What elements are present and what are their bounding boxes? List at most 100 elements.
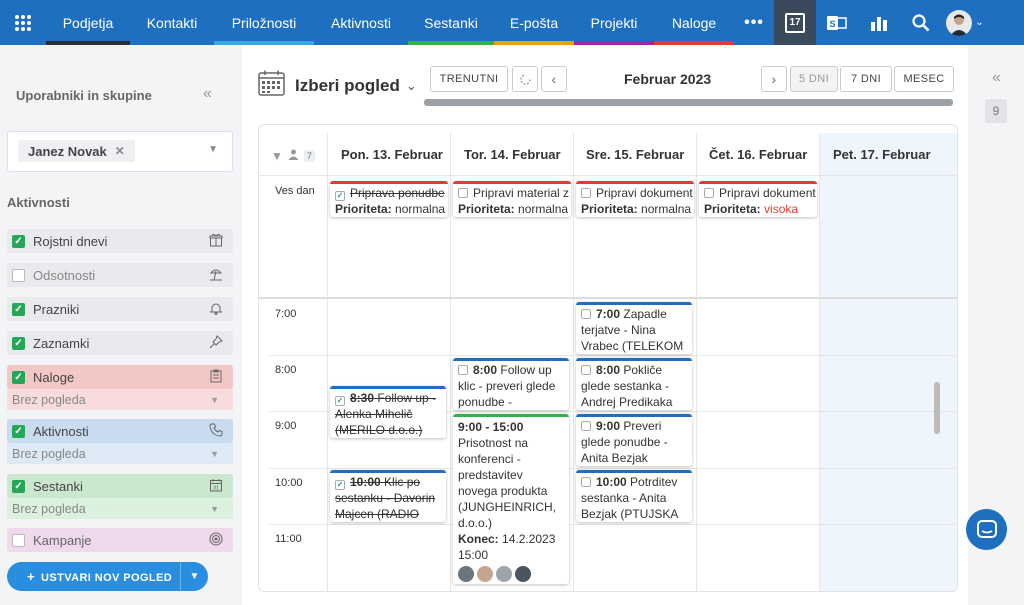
refresh-icon[interactable]: [512, 66, 538, 92]
activity-event[interactable]: 8:00 Pokliče glede sestanka - Andrej Pre…: [576, 358, 692, 410]
filter-odsotnosti[interactable]: Odsotnosti: [7, 263, 233, 287]
filter-label: Odsotnosti: [33, 267, 96, 283]
activity-event[interactable]: ✓ 8:30 Follow up - Alenka Mihelič (MERILO…: [330, 386, 446, 438]
collapse-left-icon[interactable]: «: [203, 85, 212, 103]
month-button[interactable]: MESEC: [894, 66, 954, 92]
filter-rojstni-dnevi[interactable]: ✓ Rojstni dnevi: [7, 229, 233, 253]
allday-task[interactable]: Pripravi material z Prioriteta: normalna: [453, 181, 571, 217]
activity-event[interactable]: 10:00 Potrditev sestanka - Anita Bezjak …: [576, 470, 692, 522]
dropdown-caret-icon[interactable]: ▼: [208, 144, 218, 155]
checkbox[interactable]: [12, 533, 25, 547]
activity-event[interactable]: ✓ 10:00 Klic po sestanku - Davorin Majcen…: [330, 470, 446, 522]
nav-tab-sestanki[interactable]: Sestanki: [408, 0, 494, 45]
filter-naloge[interactable]: ✓ Naloge: [7, 365, 233, 389]
people-filter[interactable]: ▼ 7: [271, 147, 315, 165]
nav-tab-projekti[interactable]: Projekti: [574, 0, 654, 45]
remove-user-icon[interactable]: ✕: [115, 144, 125, 158]
nav-tab-podjetja[interactable]: Podjetja: [46, 0, 130, 45]
nav-tab-aktivnosti[interactable]: Aktivnosti: [314, 0, 408, 45]
attendee-avatar[interactable]: [458, 565, 474, 582]
bell-icon: [209, 301, 223, 318]
activity-checkbox[interactable]: ✓: [335, 396, 345, 406]
seven-days-button[interactable]: 7 DNI: [840, 66, 892, 92]
nav-tab-kontakti[interactable]: Kontakti: [130, 0, 214, 45]
prev-period-button[interactable]: ‹: [541, 66, 567, 92]
current-button[interactable]: TRENUTNI: [430, 66, 508, 92]
activity-checkbox[interactable]: ✓: [335, 480, 345, 490]
user-menu[interactable]: ⌄: [942, 0, 988, 45]
checkbox[interactable]: ✓: [12, 424, 25, 438]
sestanki-view-select[interactable]: Brez pogleda ▼: [7, 498, 233, 519]
task-checkbox[interactable]: [458, 188, 468, 198]
reports-chart-icon[interactable]: [858, 0, 900, 45]
activity-checkbox[interactable]: [458, 365, 468, 375]
more-dots-icon[interactable]: •••: [734, 14, 774, 32]
activity-event[interactable]: 9:00 Preveri glede ponudbe - Anita Bezja…: [576, 414, 692, 466]
aktivnosti-view-select[interactable]: Brez pogleda ▼: [7, 443, 233, 464]
allday-task[interactable]: ✓ Priprava ponudbe Prioriteta: normalna: [330, 181, 448, 217]
nav-tab-naloge[interactable]: Naloge: [654, 0, 734, 45]
view-selector[interactable]: Izberi pogled ⌄: [258, 70, 417, 101]
filter-kampanje[interactable]: Kampanje: [7, 528, 233, 552]
activity-checkbox[interactable]: [581, 421, 591, 431]
filter-sestanki[interactable]: ✓ Sestanki 31: [7, 474, 233, 498]
checkbox[interactable]: [12, 268, 25, 282]
calendar-today-icon[interactable]: 17: [774, 0, 816, 45]
attendee-avatar[interactable]: [477, 565, 493, 582]
meeting-event[interactable]: 9:00 - 15:00 Prisotnost na konferenci - …: [453, 414, 569, 584]
day-header-tue[interactable]: Tor. 14. Februar: [464, 147, 561, 162]
chat-icon: [976, 519, 997, 538]
activity-checkbox[interactable]: [581, 309, 591, 319]
checkbox[interactable]: ✓: [12, 302, 25, 316]
task-checkbox[interactable]: ✓: [335, 191, 345, 201]
search-icon[interactable]: [900, 0, 942, 45]
apps-grid-icon[interactable]: [0, 0, 46, 45]
meeting-end-date: 14.2.2023: [502, 532, 556, 546]
chevron-down-icon[interactable]: ▼: [180, 562, 208, 591]
nav-tab-eposta[interactable]: E-pošta: [494, 0, 574, 45]
allday-task[interactable]: Pripravi dokument Prioriteta: visoka: [699, 181, 817, 217]
vertical-scrollbar[interactable]: [934, 382, 940, 434]
next-period-button[interactable]: ›: [761, 66, 787, 92]
month-label: Februar 2023: [624, 71, 712, 87]
left-filter-panel: Uporabniki in skupine « Janez Novak ✕ ▼ …: [0, 45, 242, 605]
view-title: Izberi pogled: [295, 75, 400, 95]
attendee-avatar[interactable]: [515, 565, 531, 582]
checkbox[interactable]: ✓: [12, 479, 25, 493]
clipboard-icon: [209, 369, 223, 386]
nav-tab-priloznosti[interactable]: Priložnosti: [214, 0, 314, 45]
notification-badge[interactable]: 9: [985, 99, 1007, 123]
activity-checkbox[interactable]: [581, 365, 591, 375]
day-header-fri[interactable]: Pet. 17. Februar: [833, 147, 931, 162]
checkbox[interactable]: ✓: [12, 370, 25, 384]
task-checkbox[interactable]: [581, 188, 591, 198]
checkbox[interactable]: ✓: [12, 234, 25, 248]
checkbox[interactable]: ✓: [12, 336, 25, 350]
day-header-thu[interactable]: Čet. 16. Februar: [709, 147, 807, 162]
priority-value: normalna: [641, 202, 692, 216]
filter-prazniki[interactable]: ✓ Prazniki: [7, 297, 233, 321]
filter-zaznamki[interactable]: ✓ Zaznamki: [7, 331, 233, 355]
attendee-avatar[interactable]: [496, 565, 512, 582]
pin-icon: [209, 335, 223, 352]
task-checkbox[interactable]: [704, 188, 714, 198]
day-header-wed[interactable]: Sre. 15. Februar: [586, 147, 684, 162]
activity-checkbox[interactable]: [581, 477, 591, 487]
horizontal-scrollbar[interactable]: [424, 99, 953, 106]
filter-aktivnosti[interactable]: ✓ Aktivnosti: [7, 419, 233, 443]
activity-event[interactable]: 7:00 Zapadle terjatve - Nina Vrabec (TEL…: [576, 302, 692, 354]
create-new-view-button[interactable]: + USTVARI NOV POGLED ▼: [7, 562, 208, 591]
view-select-label: Brez pogleda: [12, 446, 86, 461]
outlook-sync-icon[interactable]: S: [816, 0, 858, 45]
day-header-mon[interactable]: Pon. 13. Februar: [341, 147, 443, 162]
user-select[interactable]: Janez Novak ✕ ▼: [7, 131, 233, 172]
calendar-grid-icon: [258, 70, 285, 101]
collapse-right-icon[interactable]: «: [992, 69, 1001, 87]
beach-icon: [209, 267, 223, 284]
allday-task[interactable]: Pripravi dokument Prioriteta: normalna: [576, 181, 694, 217]
naloge-view-select[interactable]: Brez pogleda ▼: [7, 389, 233, 410]
dropdown-caret-icon: ▼: [210, 449, 219, 459]
chat-support-button[interactable]: [966, 509, 1007, 550]
five-days-button[interactable]: 5 DNI: [790, 66, 838, 92]
activity-event[interactable]: 8:00 Follow up klic - preveri glede ponu…: [453, 358, 569, 410]
